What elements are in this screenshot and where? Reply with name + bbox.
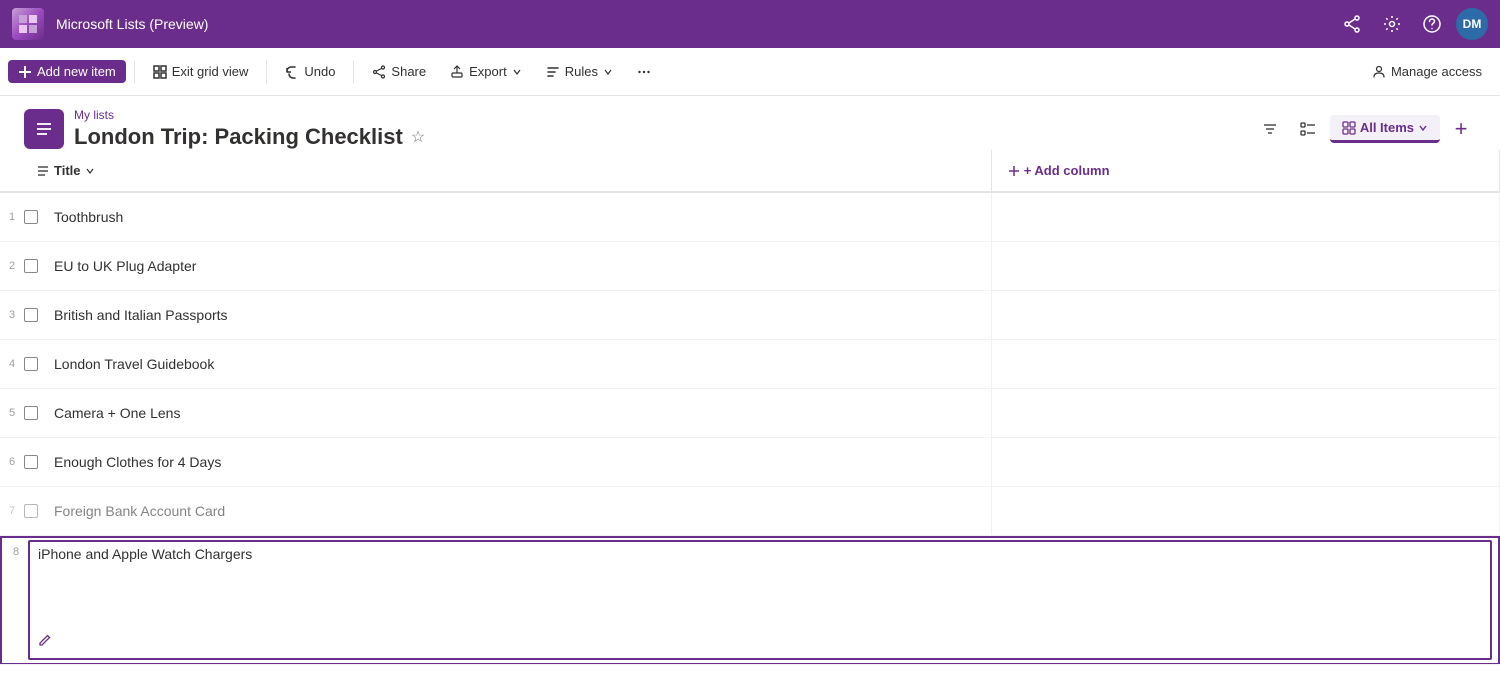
user-avatar[interactable]: DM — [1456, 8, 1488, 40]
table-row: 4 London Travel Guidebook — [0, 340, 1500, 389]
table-row: 7 Foreign Bank Account Card — [0, 487, 1500, 536]
app-bar-icons: DM — [1336, 8, 1488, 40]
row-number: 8 — [4, 540, 28, 558]
list-icon — [24, 109, 64, 149]
exit-grid-view-button[interactable]: Exit grid view — [143, 60, 259, 83]
all-items-button[interactable]: All Items — [1330, 115, 1440, 143]
settings-icon-btn[interactable] — [1376, 8, 1408, 40]
list-title-row: London Trip: Packing Checklist ☆ — [74, 124, 425, 150]
add-view-button[interactable]: + — [1446, 114, 1476, 144]
table-row: 6 Enough Clothes for 4 Days — [0, 438, 1500, 487]
undo-button[interactable]: Undo — [275, 60, 345, 83]
row-number: 3 — [0, 309, 24, 321]
rules-button[interactable]: Rules — [536, 60, 623, 83]
breadcrumb[interactable]: My lists — [74, 108, 425, 122]
table-row: 2 EU to UK Plug Adapter — [0, 242, 1500, 291]
help-icon-btn[interactable] — [1416, 8, 1448, 40]
row-number: 1 — [0, 211, 24, 223]
grid-body: 1 Toothbrush 2 EU to UK Plug Adapter 3 — [0, 192, 1500, 665]
app-bar: Microsoft Lists (Preview) — [0, 0, 1500, 48]
star-icon[interactable]: ☆ — [411, 127, 425, 147]
grid-table: Title + Add column — [0, 150, 1500, 665]
empty-cell — [991, 242, 1499, 291]
title-cell-text: Toothbrush — [46, 209, 131, 225]
editing-cell-container: iPhone and Apple Watch Chargers — [28, 540, 1492, 660]
table-row: 8 iPhone and Apple Watch Chargers — [0, 536, 1500, 665]
title-section: My lists London Trip: Packing Checklist … — [24, 108, 425, 150]
title-cell-text: Foreign Bank Account Card — [46, 503, 233, 519]
row-checkbox[interactable] — [24, 504, 38, 518]
row-number: 4 — [0, 358, 24, 370]
export-button[interactable]: Export — [440, 60, 532, 83]
filter-button[interactable] — [1254, 116, 1286, 142]
add-row[interactable] — [0, 665, 1500, 673]
header-actions: All Items + — [1254, 114, 1476, 144]
add-row-icon — [36, 665, 60, 674]
row-checkbox[interactable] — [24, 406, 38, 420]
share-button[interactable]: Share — [362, 60, 436, 83]
share-icon-btn[interactable] — [1336, 8, 1368, 40]
row-number: 7 — [0, 505, 24, 517]
empty-cell — [991, 389, 1499, 438]
separator-2 — [266, 60, 267, 84]
editing-text[interactable]: iPhone and Apple Watch Chargers — [38, 546, 1482, 562]
title-cell-text: London Travel Guidebook — [46, 356, 222, 372]
empty-cell — [991, 291, 1499, 340]
add-new-item-button[interactable]: Add new item — [8, 60, 126, 83]
table-row: 3 British and Italian Passports — [0, 291, 1500, 340]
row-checkbox[interactable] — [24, 357, 38, 371]
group-button[interactable] — [1292, 116, 1324, 142]
row-checkbox[interactable] — [24, 259, 38, 273]
row-number: 6 — [0, 456, 24, 468]
title-cell-text: Camera + One Lens — [46, 405, 188, 421]
manage-access-button[interactable]: Manage access — [1362, 60, 1492, 83]
table-row: 1 Toothbrush — [0, 192, 1500, 242]
title-cell-text: British and Italian Passports — [46, 307, 236, 323]
grid-container: Title + Add column — [0, 150, 1500, 673]
add-column-header[interactable]: + Add column — [991, 150, 1499, 192]
title-breadcrumb-block: My lists London Trip: Packing Checklist … — [74, 108, 425, 150]
title-column-header[interactable]: Title — [0, 150, 991, 192]
row-number: 5 — [0, 407, 24, 419]
edit-pencil-icon[interactable] — [38, 633, 52, 652]
app-logo[interactable] — [12, 8, 44, 40]
row-number: 2 — [0, 260, 24, 272]
empty-cell — [991, 340, 1499, 389]
command-bar: Add new item Exit grid view Undo Share — [0, 48, 1500, 96]
separator-1 — [134, 60, 135, 84]
table-row: 5 Camera + One Lens — [0, 389, 1500, 438]
separator-3 — [353, 60, 354, 84]
title-cell-text: EU to UK Plug Adapter — [46, 258, 204, 274]
empty-cell — [991, 192, 1499, 242]
row-checkbox[interactable] — [24, 455, 38, 469]
grid-header-row: Title + Add column — [0, 150, 1500, 192]
list-header: My lists London Trip: Packing Checklist … — [0, 96, 1500, 150]
empty-cell — [991, 487, 1499, 536]
list-title: London Trip: Packing Checklist — [74, 124, 403, 150]
row-checkbox[interactable] — [24, 308, 38, 322]
empty-cell — [991, 438, 1499, 487]
row-checkbox[interactable] — [24, 210, 38, 224]
app-title: Microsoft Lists (Preview) — [56, 16, 1328, 32]
title-cell-text: Enough Clothes for 4 Days — [46, 454, 229, 470]
more-button[interactable] — [627, 61, 661, 83]
